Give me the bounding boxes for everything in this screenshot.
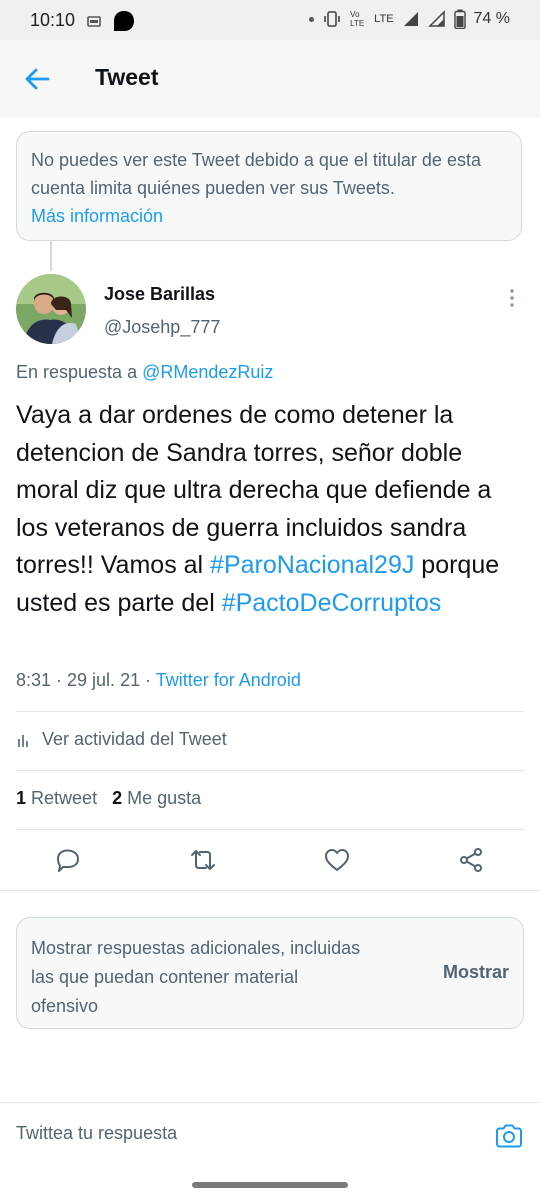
divider	[16, 829, 524, 830]
view-activity-label: Ver actividad del Tweet	[42, 729, 227, 749]
system-nav-bar	[0, 1174, 540, 1200]
avatar-photo	[16, 274, 86, 344]
author-handle[interactable]: @Josehp_777	[104, 317, 220, 338]
show-replies-button[interactable]: Mostrar	[443, 962, 509, 983]
additional-replies-text: Mostrar respuestas adicionales, incluida…	[31, 938, 361, 1016]
dot-icon	[309, 16, 315, 22]
restricted-tweet-notice: No puedes ver este Tweet debido a que el…	[16, 131, 522, 241]
heart-icon[interactable]	[323, 846, 351, 874]
battery-percent: 74 %	[473, 10, 510, 27]
divider	[16, 770, 524, 771]
retweet-icon[interactable]	[189, 846, 217, 874]
reply-icon[interactable]	[54, 846, 82, 874]
notification-dot-icon	[114, 11, 134, 31]
retweets-label: Retweet	[31, 788, 98, 808]
signal-icon-2	[427, 10, 445, 27]
likes-count: 2	[112, 788, 123, 808]
notice-text: No puedes ver este Tweet debido a que el…	[31, 150, 481, 198]
camera-icon[interactable]	[494, 1121, 524, 1151]
reply-prefix: En respuesta a	[16, 362, 138, 382]
divider	[0, 890, 540, 891]
home-gesture-handle[interactable]	[192, 1182, 348, 1188]
more-options-icon[interactable]	[500, 286, 524, 310]
avatar[interactable]	[16, 274, 86, 344]
signal-icon	[403, 12, 418, 26]
sim-card-icon	[87, 16, 101, 27]
reply-to-handle[interactable]: @RMendezRuiz	[142, 362, 273, 382]
retweets-count: 1	[16, 788, 27, 808]
bar-chart-icon	[18, 734, 28, 747]
reply-composer	[0, 1102, 540, 1175]
volte-label: Vo LTE	[350, 10, 365, 28]
status-left-icons	[86, 9, 136, 33]
status-bar: 10:10 Vo LTE LTE 74 %	[0, 0, 540, 40]
tweet-meta: 8:31 · 29 jul. 21 · Twitter for Android	[16, 670, 301, 691]
tweet-stats: 1 Retweet 2 Me gusta	[16, 788, 201, 809]
vibrate-icon	[324, 11, 340, 27]
reply-context: En respuesta a @RMendezRuiz	[16, 362, 273, 383]
tweet-text: Vaya a dar ordenes de como detener la de…	[16, 397, 528, 622]
learn-more-link[interactable]: Más información	[31, 202, 507, 230]
hashtag-pacto-de-corruptos[interactable]: #PactoDeCorruptos	[222, 589, 442, 617]
tweet-timestamp: 8:31 · 29 jul. 21 ·	[16, 670, 156, 690]
retweets-stat[interactable]: 1 Retweet	[16, 788, 97, 808]
likes-stat[interactable]: 2 Me gusta	[112, 788, 201, 808]
app-bar: Tweet	[0, 40, 540, 118]
arrow-left-icon[interactable]	[20, 62, 54, 96]
status-time: 10:10	[30, 10, 76, 30]
additional-replies-card: Mostrar respuestas adicionales, incluida…	[16, 917, 524, 1029]
status-right-icons: Vo LTE LTE 74 %	[309, 9, 510, 29]
author-name[interactable]: Jose Barillas	[104, 284, 215, 305]
lte-label: LTE	[374, 13, 394, 25]
battery-icon	[453, 9, 466, 29]
view-activity-button[interactable]: Ver actividad del Tweet	[16, 729, 227, 750]
page-title: Tweet	[95, 64, 159, 90]
tweet-source[interactable]: Twitter for Android	[156, 670, 301, 690]
thread-line	[50, 241, 52, 271]
divider	[16, 711, 524, 712]
tweet-actions	[0, 840, 540, 880]
reply-input[interactable]	[16, 1123, 456, 1144]
share-icon[interactable]	[457, 846, 485, 874]
hashtag-paro-nacional[interactable]: #ParoNacional29J	[210, 551, 414, 579]
likes-label: Me gusta	[127, 788, 202, 808]
